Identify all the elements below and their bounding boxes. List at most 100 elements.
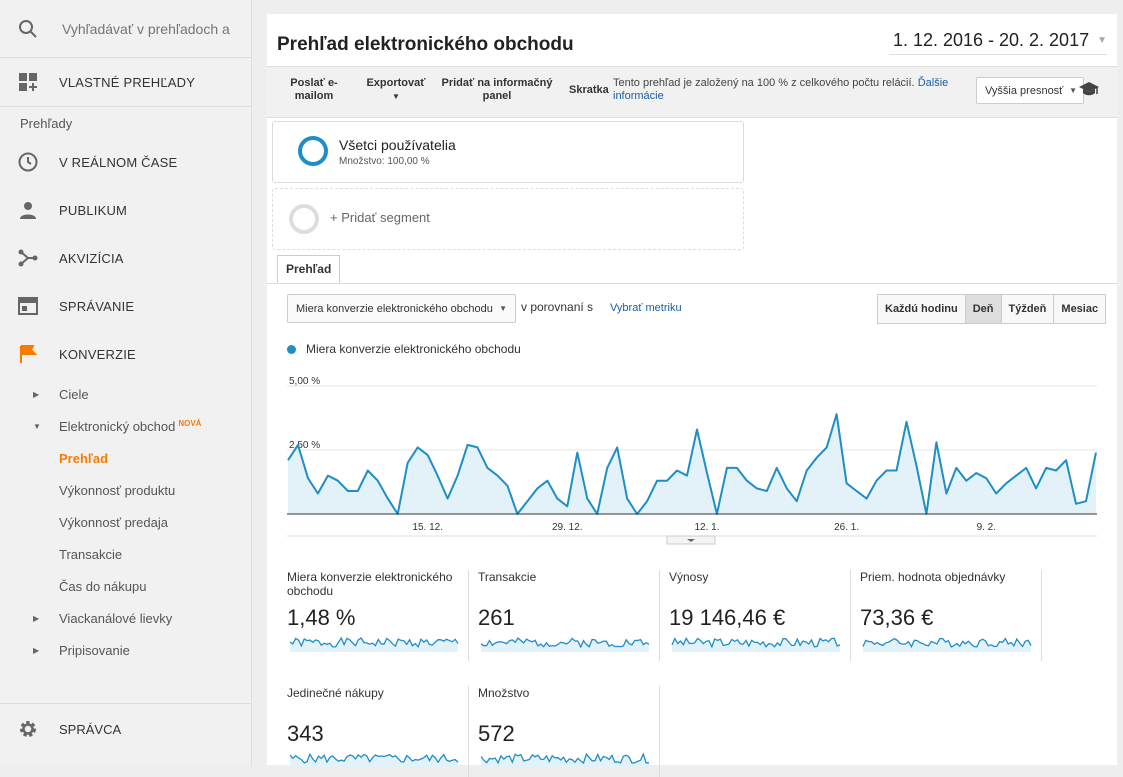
segment-share: Množstvo: 100,00 % — [339, 156, 430, 167]
tab-bar: Prehľad — [267, 255, 1117, 284]
sidebar-sub-multichannel[interactable]: ▶ Viackanálové lievky — [0, 602, 251, 634]
kpi-label: Miera konverzie elektronického obchodu — [287, 570, 453, 598]
conversion-rate-chart: 5,00 % 2,50 % 15. 12. 29. 12. 12. 1. 26. 1. 9.… — [287, 376, 1097, 545]
acquisition-icon — [18, 248, 38, 268]
person-icon — [18, 200, 38, 220]
add-segment-button[interactable]: + Pridať segment — [272, 188, 744, 250]
sidebar-item-label: KONVERZIE — [59, 346, 136, 362]
sidebar-item-audience[interactable]: PUBLIKUM — [0, 186, 251, 234]
kpi-transactions[interactable]: Transakcie 261 — [478, 570, 660, 661]
chevron-down-icon: ▼ — [499, 304, 507, 313]
y-tick-label: 2,50 % — [289, 440, 320, 451]
triangle-right-icon: ▶ — [33, 389, 40, 399]
sidebar-sub-time-to-purchase[interactable]: Čas do nákupu — [0, 570, 251, 602]
behavior-icon — [18, 296, 38, 316]
choose-metric-link[interactable]: Vybrať metriku — [610, 302, 682, 314]
sidebar-item-label: PUBLIKUM — [59, 202, 128, 218]
segment-all-users[interactable]: Všetci používatelia Množstvo: 100,00 % — [272, 121, 744, 183]
chevron-down-icon: ▼ — [392, 92, 400, 101]
period-hourly-button[interactable]: Každú hodinu — [877, 294, 966, 324]
sidebar-item-acquisition[interactable]: AKVIZÍCIA — [0, 234, 251, 282]
gear-icon — [18, 719, 38, 739]
kpi-sparkline — [480, 752, 650, 768]
new-badge: NOVÁ — [178, 418, 202, 428]
precision-select[interactable]: Vyššia presnosť ▼ — [976, 77, 1084, 104]
add-segment-label: + Pridať segment — [330, 210, 430, 225]
chevron-down-icon: ▼ — [1097, 34, 1107, 46]
kpi-quantity[interactable]: Množstvo 572 — [478, 686, 660, 777]
sidebar-item-label: SPRÁVANIE — [59, 298, 135, 314]
sidebar-item-label: SPRÁVCA — [59, 721, 122, 737]
kpi-unique-purchases[interactable]: Jedinečné nákupy 343 — [287, 686, 469, 777]
search-icon — [19, 19, 37, 38]
kpi-revenue[interactable]: Výnosy 19 146,46 € — [669, 570, 851, 661]
x-tick-label: 15. 12. — [412, 522, 443, 533]
kpi-sparkline — [671, 636, 841, 652]
clock-icon — [18, 152, 38, 172]
sidebar-item-realtime[interactable]: V REÁLNOM ČASE — [0, 138, 251, 186]
sampling-text: Tento prehľad je založený na 100 % z cel… — [613, 77, 915, 89]
sidebar-sub-product-performance[interactable]: Výkonnosť produktu — [0, 474, 251, 506]
period-toggle: Každú hodinu Deň Týždeň Mesiac — [877, 294, 1107, 324]
chevron-down-icon: ▼ — [1069, 86, 1077, 95]
kpi-sparkline — [862, 637, 1032, 652]
precision-label: Vyššia presnosť — [985, 84, 1064, 97]
kpi-label: Transakcie — [478, 570, 537, 584]
kpi-label: Množstvo — [478, 686, 530, 700]
date-range-picker[interactable]: 1. 12. 2016 - 20. 2. 2017 ▼ — [888, 26, 1107, 55]
kpi-label: Priem. hodnota objednávky — [860, 570, 1006, 584]
chart-legend: Miera konverzie elektronického obchodu — [287, 342, 521, 356]
x-tick-label: 26. 1. — [834, 522, 859, 533]
date-range-text: 1. 12. 2016 - 20. 2. 2017 — [892, 29, 1090, 50]
main-panel: Prehľad elektronického obchodu 1. 12. 20… — [267, 14, 1117, 777]
kpi-value: 261 — [478, 605, 515, 630]
sidebar-item-label: AKVIZÍCIA — [59, 250, 124, 266]
x-tick-label: 29. 12. — [552, 522, 583, 533]
sidebar-search[interactable] — [0, 0, 251, 58]
sidebar-item-label: VLASTNÉ PREHĽADY — [59, 74, 196, 90]
graduation-cap-icon[interactable] — [1079, 81, 1099, 97]
segment-name: Všetci používatelia — [339, 137, 456, 153]
kpi-sparkline — [289, 636, 459, 652]
export-button[interactable]: Exportovať ▼ — [361, 77, 431, 103]
kpi-value: 1,48 % — [287, 605, 356, 630]
triangle-right-icon: ▶ — [33, 613, 40, 623]
sidebar-item-conversions[interactable]: KONVERZIE — [0, 330, 251, 378]
tab-overview[interactable]: Prehľad — [277, 255, 341, 283]
x-tick-label: 9. 2. — [977, 522, 996, 533]
kpi-label: Výnosy — [669, 570, 709, 584]
page-title: Prehľad elektronického obchodu — [277, 34, 574, 55]
email-button[interactable]: Poslať e-mailom — [285, 77, 343, 103]
metric-select[interactable]: Miera konverzie elektronického obchodu ▼ — [287, 294, 516, 323]
add-to-dashboard-button[interactable]: Pridať na informačný panel — [437, 77, 557, 103]
sidebar-sub-sales-performance[interactable]: Výkonnosť predaja — [0, 506, 251, 538]
search-input[interactable] — [60, 19, 234, 38]
sidebar-sub-ecommerce[interactable]: ▼ Elektronický obchod NOVÁ — [0, 410, 251, 442]
triangle-down-icon: ▼ — [33, 421, 41, 431]
metric-select-label: Miera konverzie elektronického obchodu — [296, 302, 493, 315]
reports-heading: Prehľady — [20, 116, 73, 131]
sidebar-item-admin[interactable]: SPRÁVCA — [0, 703, 251, 754]
shortcut-button[interactable]: Skratka — [569, 84, 609, 97]
sidebar-sub-transactions[interactable]: Transakcie — [0, 538, 251, 570]
sidebar-sub-goals[interactable]: ▶ Ciele — [0, 378, 251, 410]
kpi-sparkline — [480, 637, 650, 652]
x-tick-label: 12. 1. — [694, 522, 719, 533]
legend-dot — [287, 344, 296, 354]
kpi-conversion-rate[interactable]: Miera konverzie elektronického obchodu 1… — [287, 570, 469, 661]
kpi-avg-order-value[interactable]: Priem. hodnota objednávky 73,36 € — [860, 570, 1042, 661]
sparkline-area — [672, 638, 840, 652]
period-month-button[interactable]: Mesiac — [1053, 294, 1107, 324]
legend-label: Miera konverzie elektronického obchodu — [306, 342, 521, 356]
sidebar-item-behavior[interactable]: SPRÁVANIE — [0, 282, 251, 330]
segment-donut-icon — [298, 136, 328, 166]
sidebar-item-custom-reports[interactable]: VLASTNÉ PREHĽADY — [0, 58, 251, 107]
period-week-button[interactable]: Týždeň — [1000, 294, 1055, 324]
period-day-button[interactable]: Deň — [964, 294, 1002, 324]
kpi-sparkline — [289, 752, 459, 768]
sidebar-sub-overview[interactable]: Prehľad — [0, 442, 251, 474]
sidebar-sub-attribution[interactable]: ▶ Pripisovanie — [0, 634, 251, 666]
kpi-value: 19 146,46 € — [669, 605, 786, 630]
flag-icon — [18, 344, 38, 364]
kpi-value: 343 — [287, 721, 324, 746]
